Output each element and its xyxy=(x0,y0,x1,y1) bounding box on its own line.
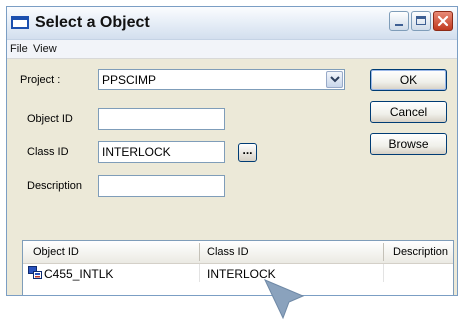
column-divider[interactable] xyxy=(199,243,200,261)
menu-view[interactable]: View xyxy=(33,43,57,55)
table-row[interactable]: C455_INTLK INTERLOCK xyxy=(23,264,453,282)
title-bar[interactable]: Select a Object xyxy=(7,7,457,40)
project-value: PPSCIMP xyxy=(102,73,157,87)
list-header: Object ID Class ID Description xyxy=(23,241,453,264)
dropdown-button[interactable] xyxy=(326,71,343,88)
chevron-down-icon xyxy=(330,76,340,83)
minimize-button[interactable] xyxy=(389,11,409,31)
class-id-label: Class ID xyxy=(27,146,69,158)
results-list[interactable]: Object ID Class ID Description C455_INTL… xyxy=(22,240,454,295)
object-class-icon xyxy=(28,266,42,279)
column-header-object-id[interactable]: Object ID xyxy=(33,246,79,258)
column-divider[interactable] xyxy=(383,243,384,261)
window-title: Select a Object xyxy=(35,14,150,31)
object-id-label: Object ID xyxy=(27,113,73,125)
menu-bar: File View xyxy=(7,40,457,59)
close-icon xyxy=(437,15,449,27)
dialog-window: Select a Object File View Project : PPSC… xyxy=(6,6,458,296)
row-divider xyxy=(199,264,200,282)
column-header-class-id[interactable]: Class ID xyxy=(207,246,249,258)
browse-button[interactable]: Browse xyxy=(370,133,447,155)
description-field[interactable] xyxy=(98,175,225,197)
column-header-description[interactable]: Description xyxy=(393,246,448,258)
object-id-field[interactable] xyxy=(98,108,225,130)
menu-file[interactable]: File xyxy=(10,43,28,55)
cell-object-id: C455_INTLK xyxy=(44,267,114,281)
project-label: Project : xyxy=(20,74,61,86)
cancel-button[interactable]: Cancel xyxy=(370,101,447,123)
class-browse-button[interactable]: ... xyxy=(238,143,257,162)
row-divider xyxy=(383,264,384,282)
class-id-field[interactable]: INTERLOCK xyxy=(98,141,225,163)
project-dropdown[interactable]: PPSCIMP xyxy=(98,69,345,90)
mouse-pointer-icon xyxy=(263,279,305,320)
ok-button[interactable]: OK xyxy=(370,69,447,91)
close-button[interactable] xyxy=(433,11,453,31)
window-icon xyxy=(11,16,29,29)
maximize-button[interactable] xyxy=(411,11,431,31)
description-label: Description xyxy=(27,180,83,192)
